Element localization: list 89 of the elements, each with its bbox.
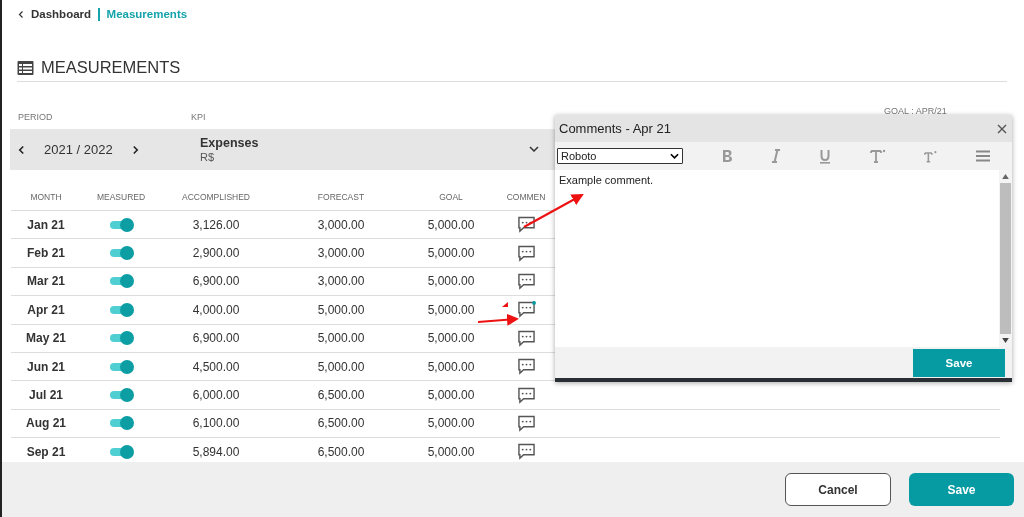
table-cell-text: 5,000.00 xyxy=(426,274,476,289)
comment-icon[interactable] xyxy=(516,272,536,290)
table-cell-text: 4,000.00 xyxy=(191,302,241,317)
subscript-icon[interactable] xyxy=(923,149,938,163)
table-cell-text: 2,900.00 xyxy=(191,246,241,261)
month-cell-text: Jun 21 xyxy=(26,359,66,374)
month-cell-text: May 21 xyxy=(25,331,67,346)
kpi-unit: R$ xyxy=(200,151,216,163)
table-cell-text: 5,894.00 xyxy=(191,444,241,459)
dialog-title: Comments - Apr 21 xyxy=(559,121,671,136)
toggle-switch[interactable] xyxy=(110,362,132,371)
toggle-switch[interactable] xyxy=(110,334,132,343)
table-cell-text: 5,000.00 xyxy=(426,302,476,317)
comment-icon[interactable] xyxy=(516,329,536,347)
annotation-mark-icon xyxy=(502,302,508,307)
breadcrumb-link[interactable]: Dashboard xyxy=(31,8,92,20)
comment-icon[interactable] xyxy=(516,244,536,262)
dropdown-icon[interactable] xyxy=(529,146,539,152)
table-cell-text: 5,000.00 xyxy=(426,246,476,261)
month-cell-text: Jan 21 xyxy=(26,217,66,232)
table-cell-text: 3,126.00 xyxy=(191,217,241,232)
month-cell-text: Mar 21 xyxy=(26,274,66,289)
comment-icon[interactable] xyxy=(516,443,536,461)
previous-icon[interactable] xyxy=(18,144,25,155)
table-cell-text: 6,900.00 xyxy=(191,331,241,346)
column-header: COMMEN xyxy=(505,191,547,202)
kpi-label: KPI xyxy=(191,112,206,122)
table-cell-text: 3,000.00 xyxy=(316,274,366,289)
comment-icon[interactable] xyxy=(516,216,536,234)
kpi-name: Expenses xyxy=(200,136,259,150)
toggle-switch[interactable] xyxy=(110,305,132,314)
goal-label: GOAL : APR/21 xyxy=(884,106,947,116)
table-cell-text: 5,000.00 xyxy=(426,416,476,431)
table-cell-text: 3,000.00 xyxy=(316,246,366,261)
comment-icon[interactable] xyxy=(516,301,536,319)
table-cell-text: 6,000.00 xyxy=(191,388,241,403)
table-icon xyxy=(17,60,34,75)
cancel-button[interactable]: Cancel xyxy=(785,473,891,506)
superscript-icon[interactable] xyxy=(869,149,886,163)
table-cell-text: 5,000.00 xyxy=(426,388,476,403)
annotation-arrow xyxy=(477,313,519,326)
toggle-switch[interactable] xyxy=(110,220,132,229)
toggle-switch[interactable] xyxy=(110,391,132,400)
toggle-switch[interactable] xyxy=(110,447,132,456)
period-label: PERIOD xyxy=(18,112,53,122)
column-header: GOAL xyxy=(438,191,464,202)
period-value: 2021 / 2022 xyxy=(44,142,113,157)
bold-icon[interactable] xyxy=(721,149,734,163)
font-select[interactable]: Roboto xyxy=(557,148,683,164)
close-icon[interactable] xyxy=(997,123,1007,134)
table-cell-text: 6,900.00 xyxy=(191,274,241,289)
menu-icon[interactable] xyxy=(975,150,990,162)
table-cell-text: 5,000.00 xyxy=(426,444,476,459)
column-header: MONTH xyxy=(29,191,63,202)
table-cell-text: 3,000.00 xyxy=(316,217,366,232)
table-cell-text: 6,100.00 xyxy=(191,416,241,431)
breadcrumb-current: Measurements xyxy=(106,8,188,20)
table-cell-text: 5,000.00 xyxy=(316,331,366,346)
page-title: MEASUREMENTS xyxy=(41,58,181,77)
toggle-switch[interactable] xyxy=(110,419,132,428)
table-cell-text: 6,500.00 xyxy=(316,388,366,403)
month-cell-text: Apr 21 xyxy=(26,302,66,317)
toggle-switch[interactable] xyxy=(110,277,132,286)
scroll-down-icon[interactable] xyxy=(1002,338,1009,343)
comment-icon[interactable] xyxy=(516,414,536,432)
back-icon[interactable] xyxy=(18,9,24,19)
table-cell-text: 4,500.00 xyxy=(191,359,241,374)
table-cell-text: 5,000.00 xyxy=(426,331,476,346)
table-cell-text: 5,000.00 xyxy=(426,217,476,232)
month-cell-text: Sep 21 xyxy=(25,444,67,459)
caret-icon xyxy=(670,153,679,159)
italic-icon[interactable] xyxy=(771,149,782,163)
table-cell-text: 5,000.00 xyxy=(316,359,366,374)
next-icon[interactable] xyxy=(131,144,139,155)
comment-icon[interactable] xyxy=(516,358,536,376)
comment-icon[interactable] xyxy=(516,386,536,404)
underline-icon[interactable] xyxy=(819,148,832,164)
column-header: FORECAST xyxy=(316,191,366,202)
month-cell-text: Feb 21 xyxy=(26,246,66,261)
scroll-up-icon[interactable] xyxy=(1002,174,1009,179)
table-cell-text: 6,500.00 xyxy=(316,416,366,431)
toggle-switch[interactable] xyxy=(110,249,132,258)
month-cell-text: Jul 21 xyxy=(28,388,64,403)
table-cell-text: 6,500.00 xyxy=(316,444,366,459)
table-cell-text: 5,000.00 xyxy=(316,302,366,317)
table-cell-text: 5,000.00 xyxy=(426,359,476,374)
column-header: MEASURED xyxy=(95,191,147,202)
column-header: ACCOMPLISHED xyxy=(181,191,251,202)
month-cell-text: Aug 21 xyxy=(25,416,67,431)
